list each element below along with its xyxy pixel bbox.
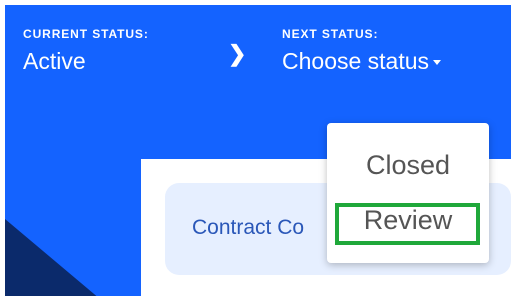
corner-decoration bbox=[5, 219, 100, 296]
status-header: CURRENT STATUS: Active ❯ NEXT STATUS: Ch… bbox=[5, 5, 511, 296]
next-status-dropdown[interactable]: Choose status bbox=[282, 47, 442, 75]
current-status-value: Active bbox=[23, 48, 86, 74]
next-status: NEXT STATUS: Choose status bbox=[282, 27, 442, 75]
menu-item-closed[interactable]: Closed bbox=[327, 148, 489, 182]
current-status: CURRENT STATUS: Active bbox=[23, 27, 149, 75]
next-status-value: Choose status bbox=[282, 48, 430, 74]
status-dropdown-menu: Closed Review bbox=[327, 123, 489, 263]
next-status-label: NEXT STATUS: bbox=[282, 27, 379, 41]
chevron-right-icon: ❯ bbox=[228, 41, 247, 66]
contract-card-label: Contract Co bbox=[192, 216, 305, 239]
review-highlight-box bbox=[335, 203, 480, 245]
current-status-label: CURRENT STATUS: bbox=[23, 27, 149, 41]
caret-down-icon bbox=[433, 60, 442, 65]
